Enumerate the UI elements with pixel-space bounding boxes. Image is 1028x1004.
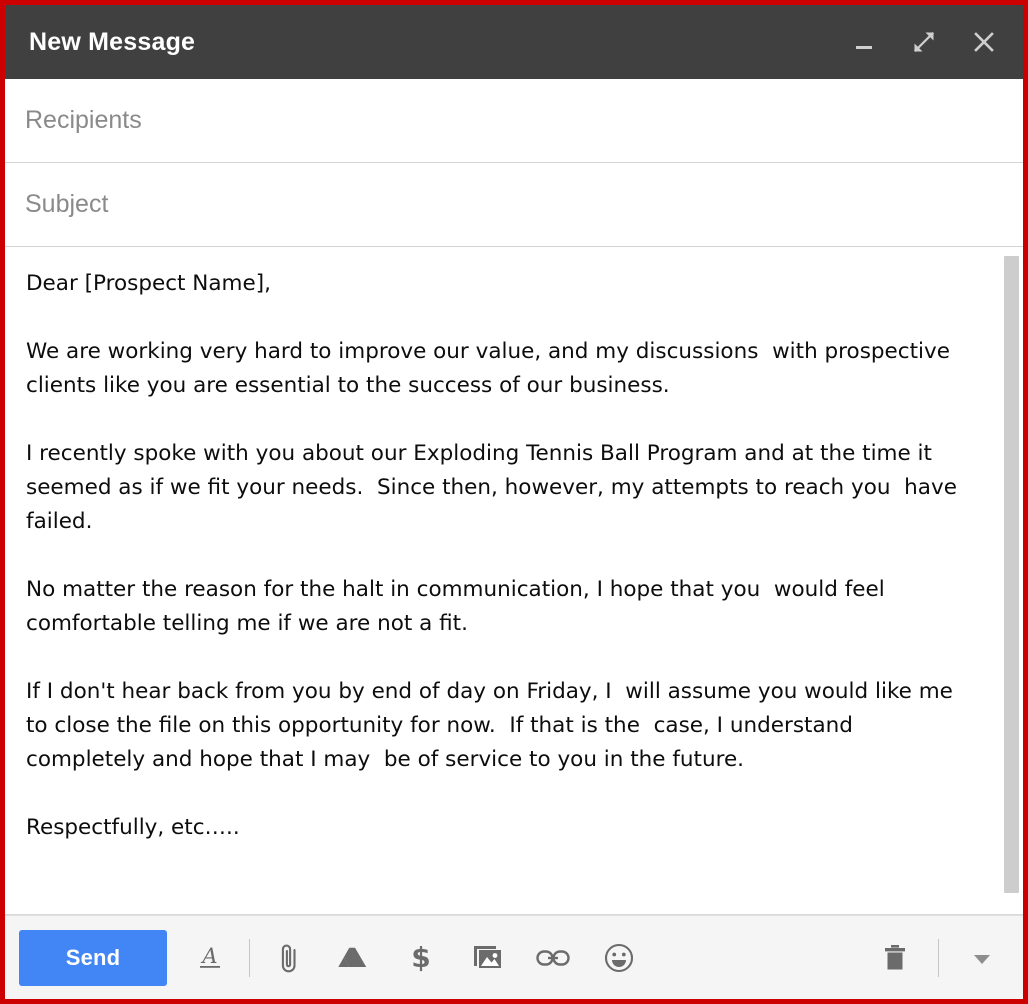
message-body-area: Dear [Prospect Name], We are working ver…: [5, 247, 1023, 915]
expand-icon[interactable]: [907, 25, 941, 59]
compose-toolbar: Send A: [5, 915, 1023, 999]
message-body-input[interactable]: Dear [Prospect Name], We are working ver…: [26, 267, 965, 845]
insert-link-icon[interactable]: [530, 933, 576, 983]
send-button[interactable]: Send: [19, 930, 167, 986]
insert-money-icon[interactable]: $: [398, 933, 444, 983]
window-title: New Message: [29, 28, 195, 57]
more-options-icon[interactable]: [959, 933, 1005, 983]
recipients-placeholder: Recipients: [25, 106, 142, 135]
toolbar-divider: [249, 939, 250, 977]
insert-emoji-icon[interactable]: [596, 933, 642, 983]
body-scrollbar[interactable]: [1001, 247, 1023, 914]
recipients-field[interactable]: Recipients: [5, 79, 1023, 163]
google-drive-icon[interactable]: [332, 933, 378, 983]
titlebar: New Message: [5, 5, 1023, 79]
subject-placeholder: Subject: [25, 190, 108, 219]
insert-photo-icon[interactable]: [464, 933, 510, 983]
svg-text:A: A: [200, 944, 217, 968]
format-text-icon[interactable]: A: [187, 933, 233, 983]
body-scrollbar-thumb[interactable]: [1004, 256, 1019, 893]
attach-file-icon[interactable]: [266, 933, 312, 983]
toolbar-divider: [938, 939, 939, 977]
window-controls: [847, 25, 1001, 59]
close-icon[interactable]: [967, 25, 1001, 59]
svg-text:$: $: [411, 941, 430, 974]
compose-window: New Message: [0, 0, 1028, 1004]
subject-field[interactable]: Subject: [5, 163, 1023, 247]
discard-draft-icon[interactable]: [872, 933, 918, 983]
minimize-icon[interactable]: [847, 25, 881, 59]
